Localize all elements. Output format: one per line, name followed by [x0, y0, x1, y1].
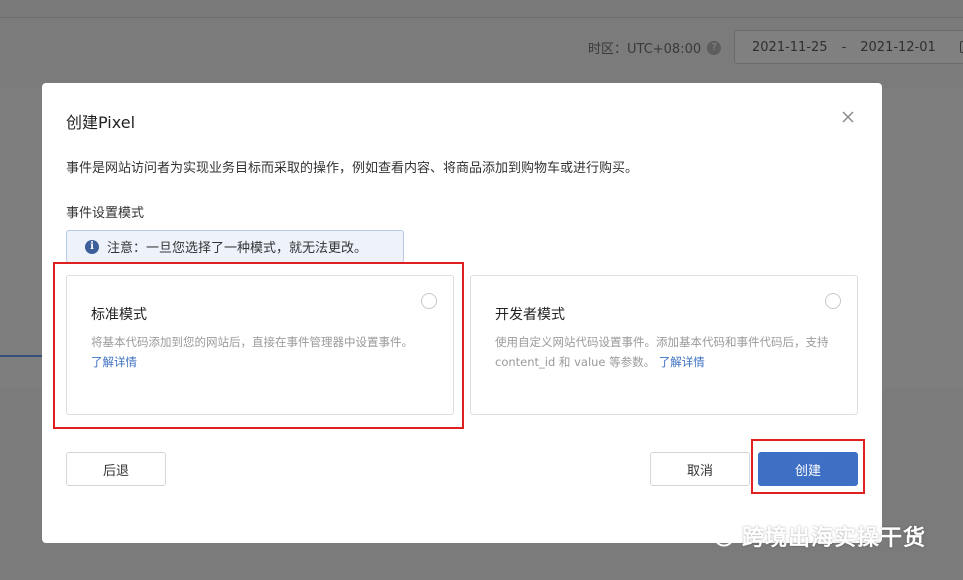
standard-mode-card[interactable]: 标准模式 将基本代码添加到您的网站后，直接在事件管理器中设置事件。 了解详情 [66, 275, 454, 415]
section-label: 事件设置模式 [66, 206, 145, 221]
help-icon[interactable]: ? [707, 40, 722, 55]
date-end: 2021-12-01 [860, 39, 936, 55]
date-range-picker[interactable]: 2021-11-25 - 2021-12-01 [734, 30, 963, 64]
background-topbar [0, 0, 963, 18]
dialog-title: 创建Pixel [66, 113, 136, 132]
developer-mode-title: 开发者模式 [495, 307, 565, 323]
close-icon [842, 111, 854, 123]
watermark: 跨境出海实操干货 [706, 520, 926, 552]
back-button[interactable]: 后退 [66, 452, 166, 486]
notice-banner: i 注意：一旦您选择了一种模式，就无法更改。 [66, 230, 404, 263]
timezone-label: 时区：UTC+08:00 ? [588, 38, 722, 57]
standard-mode-radio[interactable] [421, 293, 437, 309]
dialog-description: 事件是网站访问者为实现业务目标而采取的操作，例如查看内容、将商品添加到购物车或进… [66, 161, 639, 176]
background-chart-line [0, 355, 42, 357]
standard-mode-text: 将基本代码添加到您的网站后，直接在事件管理器中设置事件。 [91, 335, 413, 349]
watermark-text: 跨境出海实操干货 [742, 526, 927, 551]
developer-mode-description: 使用自定义网站代码设置事件。添加基本代码和事件代码后，支持 content_id… [495, 332, 840, 372]
standard-learn-more-link[interactable]: 了解详情 [91, 355, 137, 369]
timezone-text: 时区：UTC+08:00 [588, 42, 702, 57]
standard-mode-description: 将基本代码添加到您的网站后，直接在事件管理器中设置事件。 了解详情 [91, 332, 436, 372]
developer-learn-more-link[interactable]: 了解详情 [659, 355, 705, 369]
standard-mode-title: 标准模式 [91, 307, 147, 323]
close-button[interactable] [840, 109, 856, 125]
create-pixel-dialog: 创建Pixel 事件是网站访问者为实现业务目标而采取的操作，例如查看内容、将商品… [42, 83, 882, 543]
create-button[interactable]: 创建 [758, 452, 858, 486]
date-separator: - [841, 39, 847, 55]
developer-mode-card[interactable]: 开发者模式 使用自定义网站代码设置事件。添加基本代码和事件代码后，支持 cont… [470, 275, 858, 415]
info-icon: i [85, 239, 99, 254]
wechat-icon [707, 524, 733, 547]
notice-text: 注意：一旦您选择了一种模式，就无法更改。 [107, 241, 368, 256]
developer-mode-radio[interactable] [825, 293, 841, 309]
cancel-button[interactable]: 取消 [650, 452, 750, 486]
date-start: 2021-11-25 [752, 39, 828, 55]
